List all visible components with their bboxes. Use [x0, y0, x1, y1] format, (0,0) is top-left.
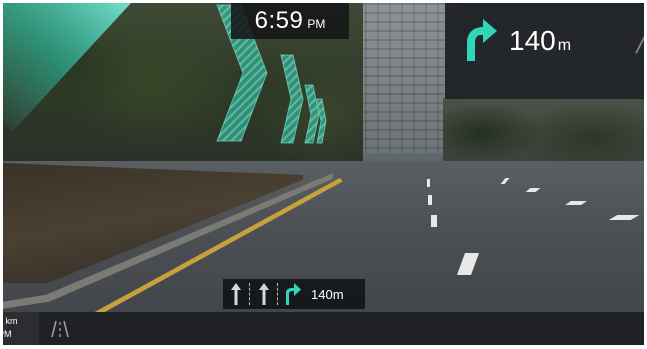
lane-3-active — [279, 279, 305, 309]
straight-arrow-icon — [259, 283, 269, 305]
panel-edge-icon: ╱ — [636, 28, 644, 53]
turn-right-arrow-icon — [467, 19, 497, 61]
road-view-icon[interactable] — [51, 320, 69, 338]
lane-guidance-distance: 140m — [311, 286, 344, 302]
next-turn-panel[interactable]: 140 m ╱ — [445, 3, 644, 99]
ar-navigation-screen: 6:59 PM 140 m ╱ 140m km M — [3, 3, 644, 345]
clock-ampm: PM — [307, 17, 326, 31]
ar-chevron-3 — [304, 84, 320, 144]
next-turn-distance-value: 140 — [509, 25, 556, 56]
trip-info[interactable]: 4 km PM — [3, 312, 39, 345]
turn-right-arrow-icon — [286, 283, 301, 305]
straight-arrow-icon — [231, 283, 241, 305]
next-turn-distance: 140 m — [509, 25, 571, 57]
clock-time: 6:59 — [254, 7, 304, 34]
ar-chevron-2 — [280, 54, 304, 144]
lane-1 — [223, 279, 249, 309]
ar-chevron-4 — [316, 98, 327, 144]
lane-2 — [251, 279, 277, 309]
clock-panel: 6:59 PM — [231, 3, 349, 39]
trip-distance: 4 km — [3, 316, 18, 326]
ar-path-swoosh — [3, 3, 131, 131]
bottom-bar: 4 km PM — [3, 312, 644, 345]
lane-guidance-panel: 140m — [223, 279, 365, 309]
next-turn-distance-unit: m — [557, 37, 572, 54]
trip-time: PM — [3, 329, 12, 339]
